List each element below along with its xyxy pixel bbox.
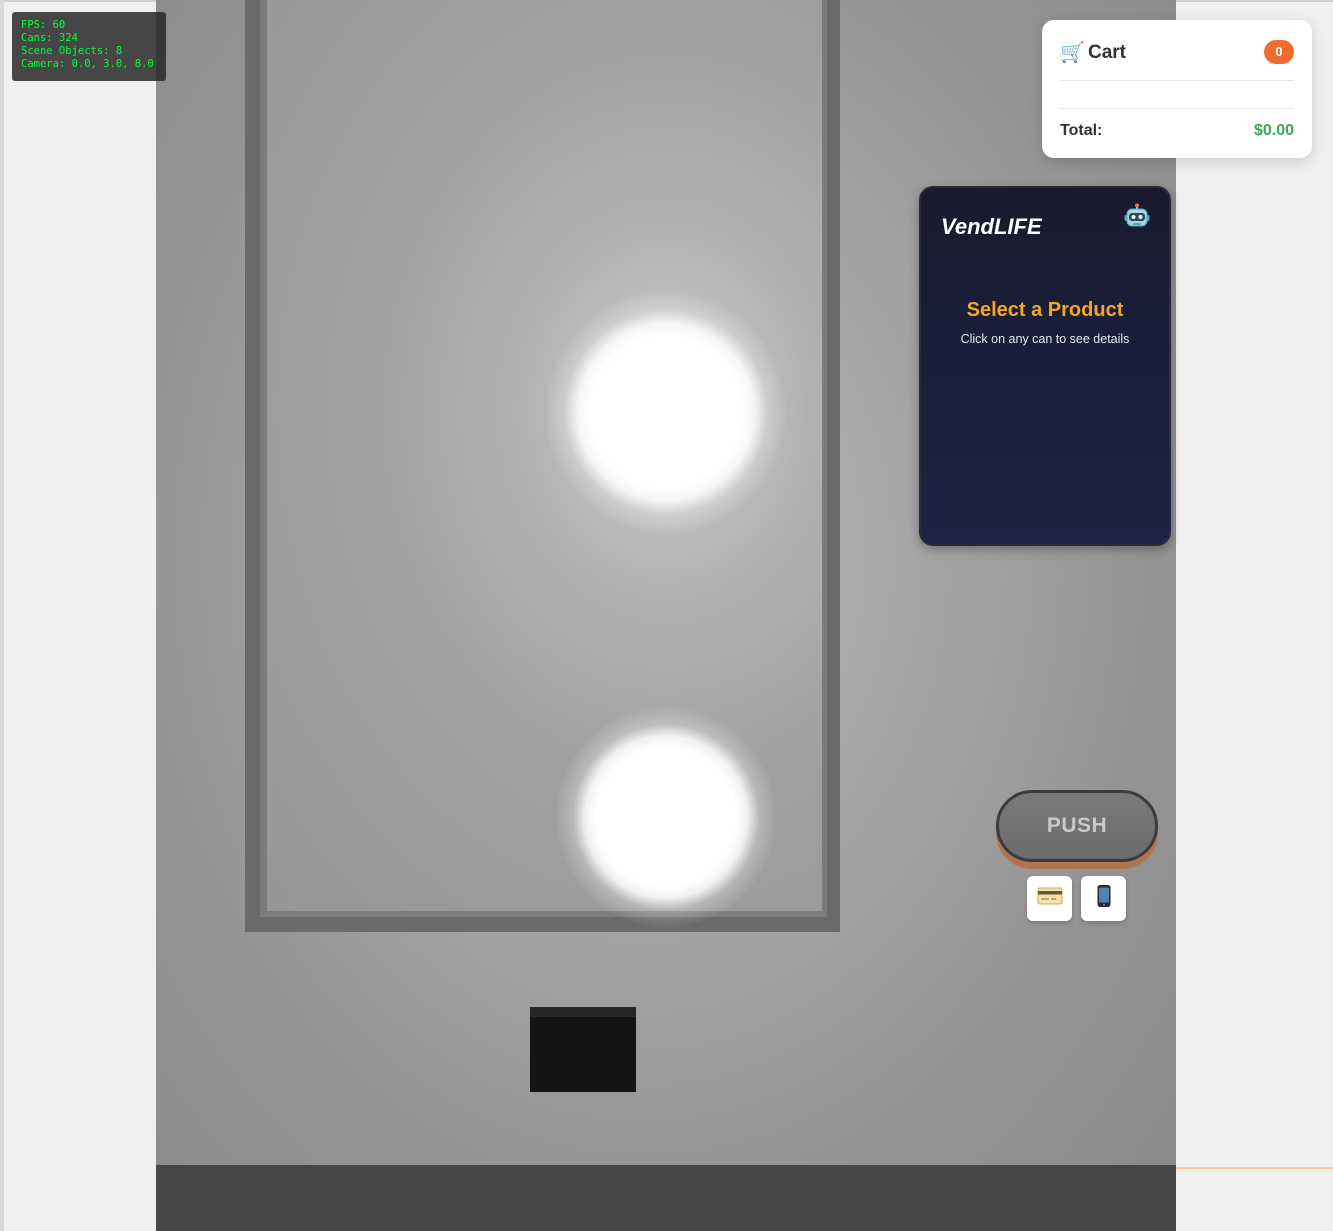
cart-title: Cart bbox=[1088, 42, 1127, 63]
window-left-edge bbox=[0, 0, 4, 1231]
debug-camera: Camera: 0.0, 3.0, 8.0 bbox=[21, 58, 154, 70]
credit-card-icon bbox=[1037, 886, 1063, 911]
light-glow-top bbox=[546, 292, 786, 532]
card-payment-button[interactable] bbox=[1027, 876, 1072, 921]
cart-count-badge: 0 bbox=[1264, 40, 1294, 64]
vending-scene-viewport[interactable]: FPS: 60 Cans: 324 Scene Objects: 8 Camer… bbox=[0, 0, 1333, 1231]
robot-icon[interactable] bbox=[1123, 203, 1151, 231]
debug-overlay: FPS: 60 Cans: 324 Scene Objects: 8 Camer… bbox=[12, 12, 166, 81]
vending-machine-base bbox=[156, 1165, 1176, 1231]
debug-fps: FPS: 60 bbox=[21, 19, 66, 31]
mobile-payment-button[interactable] bbox=[1081, 876, 1126, 921]
debug-scene-objects: Scene Objects: 8 bbox=[21, 45, 123, 57]
cart-total-value: $0.00 bbox=[1253, 122, 1294, 139]
cart-panel[interactable]: 🛒 Cart 0 Total: $0.00 bbox=[1042, 20, 1312, 158]
cart-items-list bbox=[1060, 81, 1294, 109]
dispense-slot[interactable] bbox=[530, 1007, 636, 1092]
floor-line bbox=[1176, 1167, 1333, 1169]
screen-heading: Select a Product bbox=[966, 299, 1124, 321]
mobile-phone-icon bbox=[1096, 884, 1112, 913]
screen-subtext: Click on any can to see details bbox=[960, 332, 1130, 346]
push-button[interactable]: PUSH bbox=[996, 790, 1158, 862]
cart-total-label: Total: bbox=[1060, 122, 1103, 139]
brand-logo: VendLIFE bbox=[941, 214, 1042, 239]
debug-cans: Cans: 324 bbox=[21, 32, 78, 44]
cart-icon: 🛒 bbox=[1060, 42, 1085, 64]
light-glow-bottom bbox=[556, 707, 776, 927]
product-screen: VendLIFE Select a Product Click on any c… bbox=[919, 186, 1171, 546]
cart-header: 🛒 Cart 0 bbox=[1060, 40, 1294, 81]
